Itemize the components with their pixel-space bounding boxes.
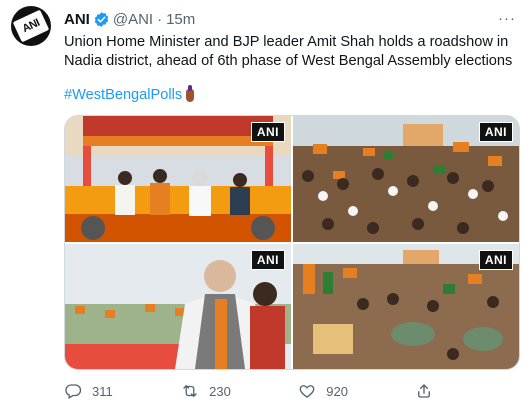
- share-button[interactable]: [415, 382, 444, 400]
- hashtag-link[interactable]: #WestBengalPolls: [64, 84, 195, 103]
- ani-watermark: ANI: [478, 122, 513, 142]
- reply-count: 311: [92, 383, 113, 399]
- reply-button[interactable]: 311: [64, 382, 181, 400]
- timestamp[interactable]: 15m: [166, 11, 195, 28]
- ani-watermark: ANI: [250, 122, 285, 142]
- separator-dot: ·: [157, 10, 163, 28]
- avatar[interactable]: ANI: [11, 6, 51, 46]
- tweet-card[interactable]: ANI ANI @ANI · 15m ··· Union Home Minist…: [0, 0, 532, 410]
- tweet-header: ANI @ANI · 15m: [64, 8, 195, 30]
- like-count: 920: [326, 383, 348, 399]
- author-handle[interactable]: @ANI: [113, 11, 153, 28]
- more-options-icon[interactable]: ···: [498, 10, 516, 27]
- hashtag-text[interactable]: #WestBengalPolls: [64, 87, 182, 103]
- photo-grid: ANI ANI ANI ANI: [64, 115, 520, 370]
- like-icon: [299, 385, 315, 398]
- photo-4[interactable]: ANI: [293, 244, 519, 369]
- tweet-text: Union Home Minister and BJP leader Amit …: [64, 34, 513, 69]
- photo-2[interactable]: ANI: [293, 116, 519, 242]
- verified-badge-icon: [94, 11, 109, 27]
- retweet-count: 230: [209, 383, 231, 399]
- retweet-button[interactable]: 230: [181, 382, 298, 400]
- photo-1[interactable]: ANI: [65, 116, 291, 242]
- author-name[interactable]: ANI: [64, 11, 90, 28]
- reply-icon: [65, 384, 82, 399]
- ani-logo: ANI: [12, 9, 50, 43]
- ani-watermark: ANI: [250, 250, 285, 270]
- inked-finger-emoji-icon: [186, 84, 195, 102]
- action-bar: 311 230 920: [64, 380, 444, 402]
- like-button[interactable]: 920: [298, 382, 415, 400]
- photo-3[interactable]: ANI: [65, 244, 291, 369]
- retweet-icon: [183, 385, 197, 397]
- ani-watermark: ANI: [478, 250, 513, 270]
- share-icon: [418, 384, 431, 398]
